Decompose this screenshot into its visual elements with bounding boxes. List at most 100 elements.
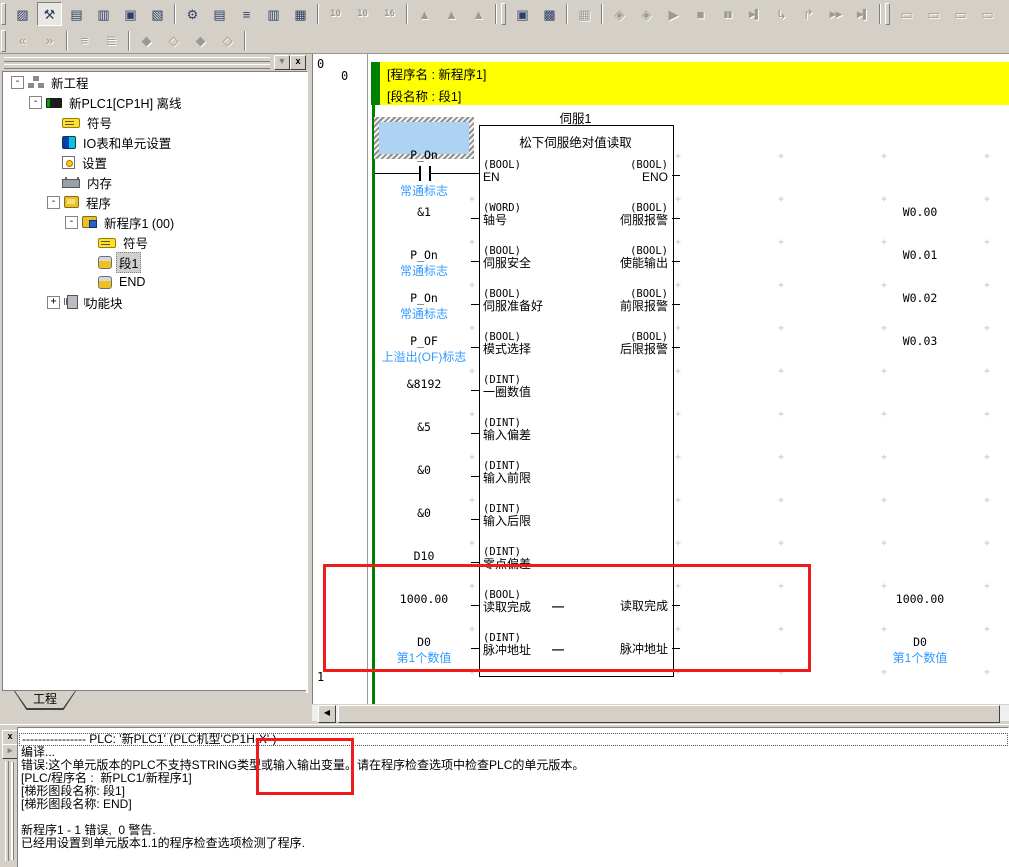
ladder-tool-5-button[interactable]: ╤ (1002, 2, 1009, 26)
force-reset-button[interactable]: ▲ (439, 2, 464, 26)
ladder-editor[interactable]: 0 0 1 ++++++++++++++++++++++++++++++++++… (312, 54, 1009, 704)
ladder-tool-2-button[interactable]: ▭ (921, 2, 946, 26)
annotation-list-button[interactable]: ≣ (99, 29, 124, 53)
output-line[interactable]: [PLC/程序名 : 新PLC1/新程序1] (19, 772, 1008, 785)
tree-item-settings[interactable]: 设置 (3, 152, 307, 172)
new-view-button[interactable]: ▣ (118, 2, 143, 26)
work-online-button[interactable]: ▣ (510, 2, 535, 26)
fb-left-operand[interactable]: &1 (374, 205, 474, 219)
monitor-decimal-button[interactable]: 10 (323, 2, 348, 26)
fb-left-operand[interactable]: P_On常通标志 (374, 291, 474, 322)
tree-item-label: 新程序1 (00) (101, 212, 177, 233)
fb-right-operand[interactable]: W0.01 (840, 248, 1000, 262)
tree-item-io-table[interactable]: IO表和单元设置 (3, 132, 307, 152)
indent-rung-button[interactable]: » (37, 29, 62, 53)
output-line[interactable]: 已经用设置到单元版本1.1的程序检查选项检测了程序. (19, 837, 1008, 850)
fb-left-operand[interactable]: P_On (374, 148, 474, 162)
fb-right-operand[interactable]: 1000.00 (840, 592, 1000, 606)
ladder-tool-3-button[interactable]: ▭ (948, 2, 973, 26)
fb-right-operand[interactable]: W0.00 (840, 205, 1000, 219)
tree-item-section-end[interactable]: END (3, 272, 307, 292)
fb-left-operand[interactable]: &0 (374, 463, 474, 477)
monitor-mode-button[interactable]: ◈ (634, 2, 659, 26)
monitor-mode-icon: ◈ (642, 8, 652, 21)
rung-comment-list-button[interactable]: ≡ (72, 29, 97, 53)
ladder-horizontal-scrollbar[interactable]: ◀ (312, 704, 1009, 721)
scroll-left-button[interactable]: ◀ (318, 705, 336, 723)
tree-item-project[interactable]: -新工程 (3, 72, 307, 92)
output-line[interactable] (19, 811, 1008, 824)
monitor-signed-decimal-button[interactable]: 10 (350, 2, 375, 26)
collapse-minus-icon[interactable]: - (29, 96, 42, 109)
fb-left-operand[interactable]: P_On常通标志 (374, 248, 474, 279)
properties-button[interactable]: ▧ (145, 2, 170, 26)
fb-left-operand[interactable]: &8192 (374, 377, 474, 391)
collapse-minus-icon[interactable]: - (47, 196, 60, 209)
online-edit-button[interactable]: ▩ (537, 2, 562, 26)
run-to-cursor-button[interactable]: ▶▌ (850, 2, 875, 26)
pause-button[interactable]: ▮▮ (715, 2, 740, 26)
tree-item-memory[interactable]: 内存 (3, 172, 307, 192)
tb2-grip[interactable] (1, 30, 6, 52)
fb-right-operand[interactable]: W0.02 (840, 291, 1000, 305)
step-run-button[interactable]: ▶▌ (742, 2, 767, 26)
step-out-button[interactable]: ↱ (796, 2, 821, 26)
output-line[interactable]: ---------------- PLC: '新PLC1' (PLC机型'CP1… (19, 733, 1008, 746)
cross-reference-button[interactable]: ▥ (261, 2, 286, 26)
expand-plus-icon[interactable]: + (47, 296, 60, 309)
fb-left-operand[interactable]: D10 (374, 549, 474, 563)
tree-item-function-blocks[interactable]: +功能块 (3, 292, 307, 312)
open-project-button[interactable]: ▨ (10, 2, 35, 26)
collapse-minus-icon[interactable]: - (65, 216, 78, 229)
output-grip[interactable] (5, 761, 9, 861)
tree-item-plc[interactable]: -新PLC1[CP1H] 离线 (3, 92, 307, 112)
fb-right-operand[interactable]: W0.03 (840, 334, 1000, 348)
force-set-button[interactable]: ▲ (412, 2, 437, 26)
tree-item-program-1[interactable]: - 新程序1 (00) (3, 212, 307, 232)
mnemonic-view-button[interactable]: ▦ (288, 2, 313, 26)
project-icon (28, 76, 44, 89)
stop-button[interactable]: ■ (688, 2, 713, 26)
step-into-button[interactable]: ↳ (769, 2, 794, 26)
fb-left-operand[interactable]: P_OF上溢出(OF)标志 (374, 334, 474, 365)
panel-dropdown-button[interactable]: ▼ (274, 55, 290, 70)
continuous-step-button[interactable]: ▶▶ (823, 2, 848, 26)
transfer-to-plc-button[interactable]: ▦ (572, 2, 597, 26)
tree-item-symbols-local[interactable]: 符号 (3, 232, 307, 252)
ladder-tool-4-button[interactable]: ▭ (975, 2, 1000, 26)
outdent-rung-button[interactable]: « (10, 29, 35, 53)
fb-left-operand[interactable]: &5 (374, 420, 474, 434)
io-comment-button[interactable]: ≡ (234, 2, 259, 26)
next-address-reference-button[interactable]: ◇ (161, 29, 186, 53)
monitor-hex-button[interactable]: 16 (377, 2, 402, 26)
compile-program-button[interactable]: ⚙ (180, 2, 205, 26)
next-reference-button[interactable]: ◆ (134, 29, 159, 53)
output-next-button[interactable]: ▸ (2, 744, 18, 759)
program-mode-button[interactable]: ◈ (607, 2, 632, 26)
output-close-button[interactable]: x (2, 730, 18, 745)
symbol-table-button[interactable]: ▤ (207, 2, 232, 26)
panel-grip[interactable] (4, 57, 270, 71)
build-tool-button[interactable]: ⚒ (37, 2, 62, 26)
panel-close-button[interactable]: x (290, 55, 306, 70)
next-input-output-button[interactable]: ◆ (188, 29, 213, 53)
tb1-grip[interactable] (1, 3, 6, 25)
output-line[interactable]: [梯形图段名称: 段1] (19, 785, 1008, 798)
ladder-tool-1-button[interactable]: ▭ (894, 2, 919, 26)
output-line[interactable]: [梯形图段名称: END] (19, 798, 1008, 811)
tree-item-section-1[interactable]: 段1 (3, 252, 307, 272)
toolbar-grip[interactable] (501, 3, 506, 25)
view-diagram-button[interactable]: ▤ (64, 2, 89, 26)
panel-tab-bar: 工程 (2, 691, 306, 711)
fb-left-operand[interactable]: &0 (374, 506, 474, 520)
fb-right-operand[interactable]: D0第1个数值 (840, 635, 1000, 666)
tree-item-programs[interactable]: -程序 (3, 192, 307, 212)
tree-item-symbols-global[interactable]: 符号 (3, 112, 307, 132)
collapse-minus-icon[interactable]: - (11, 76, 24, 89)
view-windows-button[interactable]: ▥ (91, 2, 116, 26)
force-cancel-button[interactable]: ▲ (466, 2, 491, 26)
run-mode-button[interactable]: ▶ (661, 2, 686, 26)
scrollbar-thumb[interactable] (338, 705, 1000, 723)
previous-reference-button[interactable]: ◇ (215, 29, 240, 53)
toolbar-grip[interactable] (885, 3, 890, 25)
